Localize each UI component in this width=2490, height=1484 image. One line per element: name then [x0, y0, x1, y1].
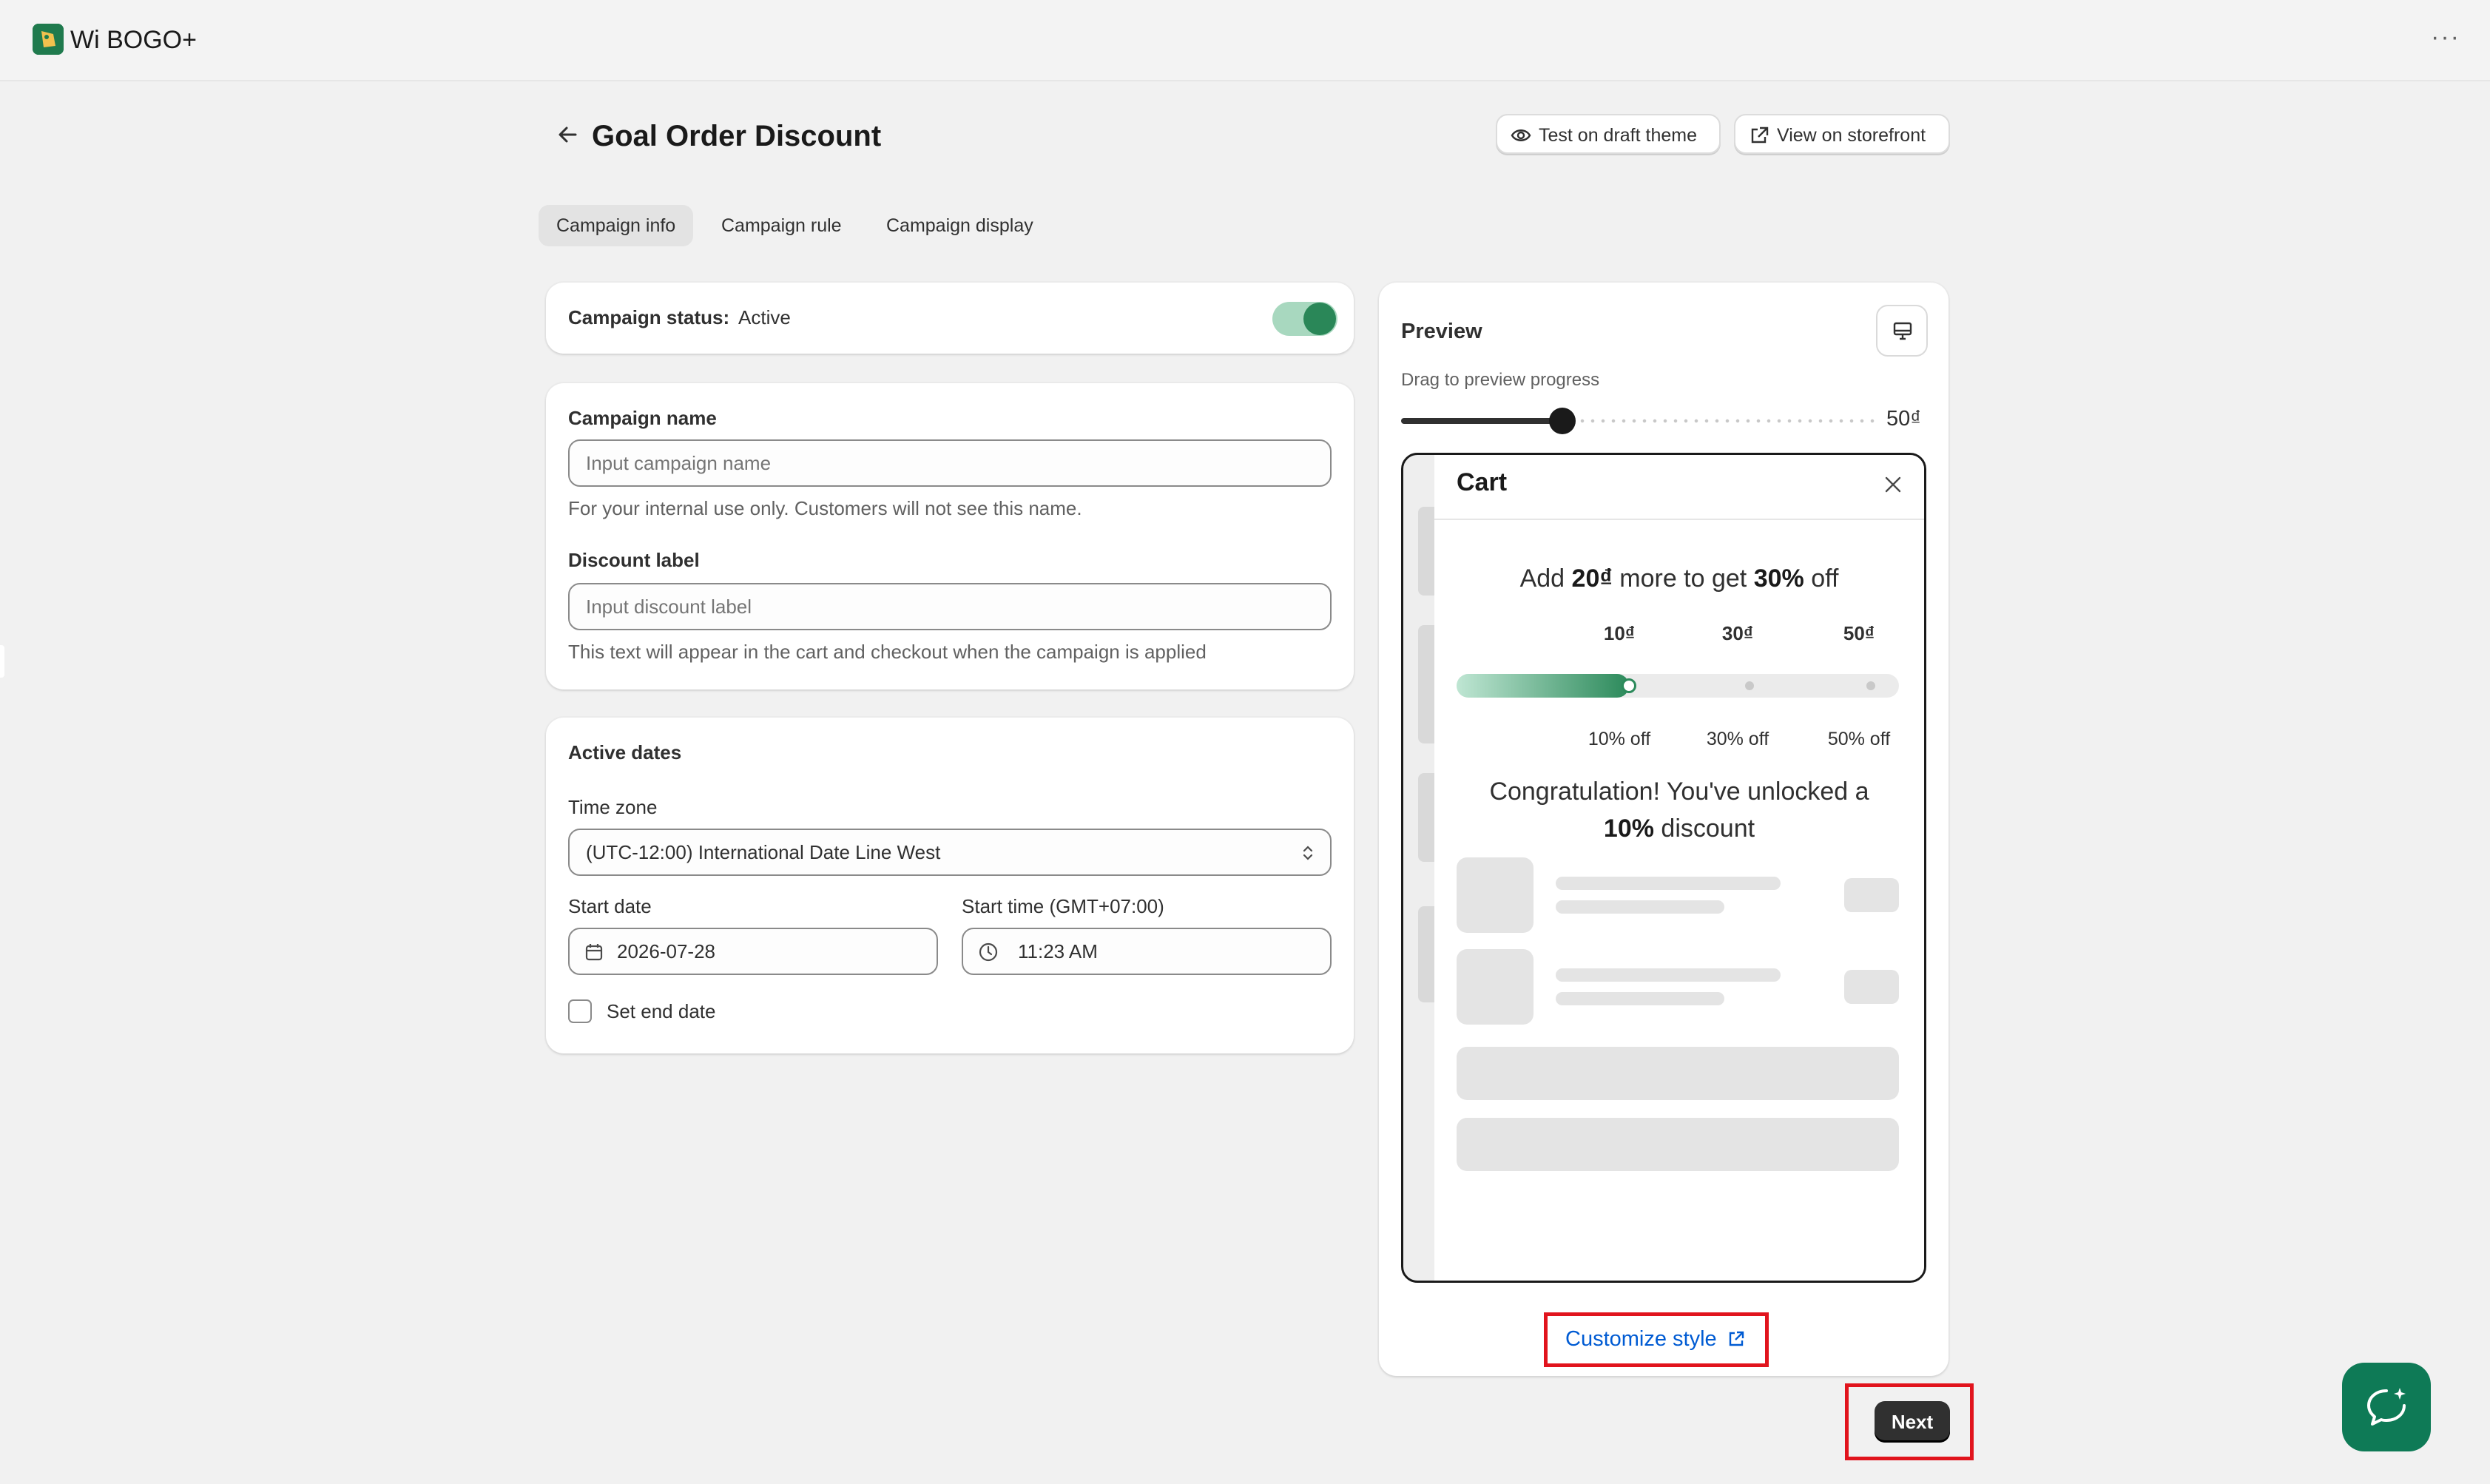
set-end-date-checkbox[interactable] — [568, 999, 592, 1023]
more-options-icon[interactable]: ··· — [2423, 22, 2468, 55]
app-logo-icon — [33, 24, 64, 55]
page-header: Goal Order Discount Test on draft theme … — [546, 111, 1951, 163]
campaign-status-card: Campaign status: Active — [546, 283, 1354, 354]
slider-value: 50₫ — [1886, 407, 1922, 431]
goal-amount: 20₫ — [1571, 564, 1613, 593]
campaign-status-label: Campaign status: — [568, 306, 730, 328]
side-edge-handle — [0, 645, 4, 678]
cart-title: Cart — [1457, 468, 1508, 496]
product-image-placeholder — [1457, 949, 1534, 1025]
chat-bubble-icon — [2367, 1388, 2406, 1426]
preview-card: Preview Drag to preview progress 50₫ Car… — [1379, 283, 1949, 1376]
preview-title: Preview — [1401, 320, 1482, 343]
progress-slider-fill — [1401, 418, 1562, 424]
product-line-placeholder — [1556, 992, 1724, 1005]
goal-suffix: off — [1804, 564, 1839, 593]
calendar-icon — [585, 944, 603, 961]
start-date-label: Start date — [568, 895, 652, 917]
goal-middle: more to get — [1612, 564, 1754, 593]
product-price-placeholder — [1844, 878, 1899, 912]
product-line-placeholder — [1556, 877, 1781, 890]
active-dates-title: Active dates — [568, 741, 682, 763]
view-storefront-label: View on storefront — [1777, 125, 1926, 146]
campaign-name-input[interactable] — [568, 439, 1332, 487]
product-image-placeholder — [1457, 857, 1534, 933]
close-icon[interactable] — [1883, 474, 1903, 495]
app-topbar: Wi BOGO+ ··· — [0, 0, 2490, 81]
set-end-date-label[interactable]: Set end date — [607, 1000, 715, 1023]
storefront-backdrop-block — [1418, 773, 1434, 862]
goal-message: Add 20₫ more to get 30% off — [1434, 564, 1924, 593]
storefront-backdrop-block — [1418, 625, 1434, 743]
tier-dot — [1745, 681, 1754, 690]
campaign-status-value: Active — [738, 306, 791, 328]
app-title: Wi BOGO+ — [70, 26, 197, 54]
campaign-name-card: Campaign name For your internal use only… — [546, 383, 1354, 689]
drag-hint: Drag to preview progress — [1401, 370, 1600, 390]
external-link-icon — [1751, 127, 1769, 144]
congrats-message: Congratulation! You've unlocked a 10% di… — [1449, 773, 1909, 847]
eye-icon — [1511, 129, 1531, 141]
timezone-select[interactable]: (UTC-12:00) International Date Line West — [568, 829, 1332, 876]
desktop-icon — [1893, 322, 1912, 340]
tier-discount: 10% off — [1588, 729, 1651, 749]
start-date-value: 2026-07-28 — [617, 940, 715, 962]
select-chevron-icon — [1303, 846, 1313, 860]
test-draft-theme-button[interactable]: Test on draft theme — [1496, 114, 1721, 154]
campaign-name-help: For your internal use only. Customers wi… — [568, 497, 1082, 519]
start-time-label: Start time (GMT+07:00) — [962, 895, 1164, 917]
page-title: Goal Order Discount — [592, 120, 882, 152]
tier-amount: 30₫ — [1721, 622, 1754, 644]
start-time-value: 11:23 AM — [1018, 940, 1098, 962]
timezone-label: Time zone — [568, 796, 658, 818]
campaign-status-toggle[interactable] — [1272, 302, 1337, 336]
tier-amount: 10₫ — [1603, 622, 1636, 644]
toggle-knob — [1303, 303, 1336, 335]
congrats-line-2: 10% discount — [1449, 810, 1909, 847]
tab-campaign-info[interactable]: Campaign info — [539, 205, 694, 246]
chat-support-button[interactable] — [2342, 1363, 2431, 1451]
tier-dot — [1866, 681, 1875, 690]
product-price-placeholder — [1844, 970, 1899, 1004]
cart-button-placeholder — [1457, 1118, 1899, 1171]
congrats-line-1: Congratulation! You've unlocked a — [1489, 778, 1869, 806]
goal-prefix: Add — [1519, 564, 1572, 593]
congrats-percent: 10% — [1603, 814, 1654, 843]
tab-campaign-rule[interactable]: Campaign rule — [704, 205, 860, 246]
discount-label-help: This text will appear in the cart and ch… — [568, 641, 1207, 663]
tier-amount: 50₫ — [1843, 622, 1875, 644]
clock-icon — [979, 942, 998, 962]
customize-style-highlight — [1544, 1312, 1769, 1367]
tier-discount: 30% off — [1706, 729, 1769, 749]
storefront-backdrop-block — [1418, 906, 1434, 1002]
cart-drawer: Cart Add 20₫ more to get 30% off 10₫ 30₫… — [1434, 455, 1924, 1281]
goal-percent: 30% — [1753, 564, 1804, 593]
cart-header-divider — [1434, 519, 1924, 520]
product-line-placeholder — [1556, 900, 1724, 914]
device-toggle-button[interactable] — [1876, 305, 1928, 357]
discount-label-label: Discount label — [568, 549, 700, 571]
goal-progress-bar — [1457, 674, 1899, 698]
discount-label-input[interactable] — [568, 583, 1332, 630]
start-time-field[interactable]: 11:23 AM — [962, 928, 1332, 975]
test-draft-theme-label: Test on draft theme — [1539, 125, 1698, 146]
tier-discount: 50% off — [1827, 729, 1891, 749]
start-date-field[interactable]: 2026-07-28 — [568, 928, 938, 975]
tab-campaign-display[interactable]: Campaign display — [868, 205, 1051, 246]
back-arrow-icon[interactable] — [552, 118, 584, 151]
view-storefront-button[interactable]: View on storefront — [1734, 114, 1950, 154]
progress-slider-thumb[interactable] — [1549, 408, 1576, 434]
goal-progress-fill — [1457, 674, 1629, 698]
active-dates-card: Active dates Time zone (UTC-12:00) Inter… — [546, 718, 1354, 1053]
congrats-suffix: discount — [1653, 814, 1755, 843]
cart-button-placeholder — [1457, 1047, 1899, 1100]
cart-preview-frame: Cart Add 20₫ more to get 30% off 10₫ 30₫… — [1401, 453, 1926, 1283]
campaign-name-label: Campaign name — [568, 407, 717, 429]
next-button[interactable]: Next — [1875, 1401, 1950, 1443]
product-line-placeholder — [1556, 968, 1781, 982]
storefront-backdrop-block — [1418, 507, 1434, 596]
goal-progress-marker — [1622, 678, 1636, 693]
timezone-value: (UTC-12:00) International Date Line West — [586, 841, 941, 863]
